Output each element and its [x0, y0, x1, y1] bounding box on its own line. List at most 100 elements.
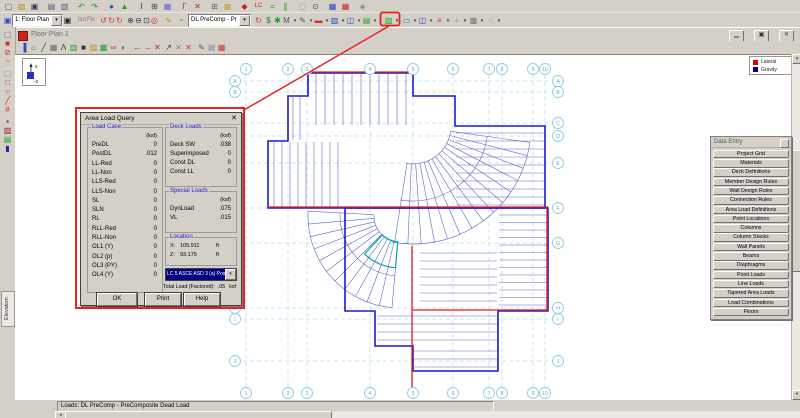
- dim-icon[interactable]: ▢: [297, 1, 308, 12]
- data-entry-wall-panels-button[interactable]: Wall Panels: [713, 243, 789, 252]
- close-icon[interactable]: ✕: [231, 114, 237, 123]
- horizontal-scrollbar[interactable]: ◄: [0, 411, 800, 418]
- help-icon[interactable]: ◈: [357, 1, 368, 12]
- svg-text:2: 2: [287, 391, 290, 397]
- dim-delete-icon[interactable]: ✕: [152, 42, 163, 53]
- rotate-right-icon[interactable]: ↻: [114, 15, 125, 26]
- copy-icon[interactable]: ▤: [46, 1, 57, 12]
- area-load-dd-icon[interactable]: ▧: [383, 15, 394, 26]
- edit-pencil-icon[interactable]: ✎: [163, 15, 174, 26]
- data-entry-column-stacks-button[interactable]: Column Stacks: [713, 233, 789, 242]
- monitor-icon[interactable]: ▣: [2, 15, 13, 26]
- wall-dd-icon[interactable]: ▤: [361, 15, 372, 26]
- load-combination-selector[interactable]: LC 5 ASCE ASD 3 (a) Post ▾: [165, 268, 237, 281]
- data-entry-floors-button[interactable]: Floors: [713, 308, 789, 317]
- vertical-scrollbar[interactable]: ▲ ▼: [791, 54, 800, 400]
- data-entry-point-loads-button[interactable]: Point Loads: [713, 271, 789, 280]
- delete-red-icon[interactable]: ✕: [183, 42, 194, 53]
- table-red-icon[interactable]: ▦: [340, 1, 351, 12]
- wall-dd-icon-chevron[interactable]: ▾: [372, 15, 378, 26]
- fix-view-icon[interactable]: Fix: [84, 15, 98, 26]
- equal-icon[interactable]: =: [267, 1, 278, 12]
- hash-red-icon[interactable]: #: [2, 104, 13, 115]
- data-entry-wall-design-rules-button[interactable]: Wall Design Rules: [713, 187, 789, 196]
- data-entry-point-locations-button[interactable]: Point Locations: [713, 215, 789, 224]
- tab-elevation[interactable]: Elevation: [1, 291, 15, 327]
- floor-selector[interactable]: 1: Floor Plan 1 ▾: [12, 14, 63, 27]
- load-case-icon[interactable]: LC: [252, 1, 265, 12]
- moment-dd-icon[interactable]: M: [281, 15, 292, 26]
- area-load-dd-icon-chevron[interactable]: ▾: [394, 15, 400, 26]
- undo-icon[interactable]: ↶: [76, 1, 87, 12]
- compass-icon[interactable]: ◐: [118, 42, 129, 53]
- total-load-row: Total Load (Factored):.05ksf: [163, 283, 240, 291]
- data-entry-materials-button[interactable]: Materials: [713, 159, 789, 168]
- scroll-down-icon[interactable]: ▼: [792, 390, 800, 400]
- data-entry-load-combinations-button[interactable]: Load Combinations: [713, 299, 789, 308]
- print-button[interactable]: Print: [145, 293, 181, 306]
- vertical-scroll-thumb[interactable]: [792, 150, 800, 272]
- circle-dd-icon[interactable]: ○: [485, 15, 496, 26]
- colormap-icon[interactable]: ▦: [222, 1, 233, 12]
- pen-dd-icon[interactable]: ✎: [297, 15, 308, 26]
- line-load-dd-icon[interactable]: ▭: [401, 15, 412, 26]
- column-dd-icon[interactable]: ◫: [345, 15, 356, 26]
- data-entry-titlebar[interactable]: Data Entry: [711, 137, 791, 148]
- save-icon[interactable]: ▣: [29, 1, 40, 12]
- point-load-dd-icon[interactable]: ◫: [417, 15, 428, 26]
- layers-icon[interactable]: ▦: [162, 1, 173, 12]
- data-entry-tapered-area-loads-button[interactable]: Tapered Area Loads: [713, 289, 789, 298]
- beam-dd-icon[interactable]: ▬: [313, 15, 324, 26]
- query-row-postdl: PostDL.012: [88, 150, 162, 158]
- table-icon[interactable]: ⊞: [209, 1, 220, 12]
- chevron-down-icon[interactable]: ▾: [239, 15, 250, 26]
- print-icon[interactable]: ▥: [59, 1, 70, 12]
- zoom-previous-icon[interactable]: ◎: [149, 15, 160, 26]
- data-entry-columns-button[interactable]: Columns: [713, 224, 789, 233]
- data-entry-project-grid-button[interactable]: Project Grid: [713, 150, 789, 159]
- palette-close-button[interactable]: [780, 139, 789, 148]
- data-entry-member-design-rules-button[interactable]: Member Design Rules: [713, 178, 789, 187]
- steel-beam-icon[interactable]: Ι: [136, 1, 147, 12]
- deck-dd-icon[interactable]: ▨: [329, 15, 340, 26]
- preview-icon[interactable]: ⊙: [310, 1, 321, 12]
- report-icon[interactable]: ◆: [239, 1, 250, 12]
- pause-icon[interactable]: ∥: [280, 1, 291, 12]
- data-entry-diaphragms-button[interactable]: Diaphragms: [713, 261, 789, 270]
- chevron-down-icon[interactable]: ▾: [225, 269, 236, 280]
- grid-red-icon[interactable]: ▦: [216, 42, 227, 53]
- delete-icon[interactable]: ✕: [192, 1, 203, 12]
- data-entry-connection-rules-button[interactable]: Connection Rules: [713, 196, 789, 205]
- svg-text:8: 8: [501, 67, 504, 73]
- world-icon[interactable]: ●: [106, 1, 117, 12]
- redo-icon[interactable]: ↷: [89, 1, 100, 12]
- svg-text:3: 3: [306, 391, 309, 397]
- load-combination-value: LC 5 ASCE ASD 3 (a) Post: [167, 270, 225, 279]
- scroll-up-icon[interactable]: ▲: [792, 54, 800, 64]
- open-icon[interactable]: ▨: [16, 1, 27, 12]
- help-button[interactable]: Help: [184, 293, 220, 306]
- polyline-red-icon[interactable]: ~: [2, 56, 13, 67]
- hammer-icon[interactable]: Γ: [179, 1, 190, 12]
- table-blue-icon[interactable]: ▦: [327, 1, 338, 12]
- surface-dd-icon[interactable]: ≡: [434, 15, 445, 26]
- chevron-down-icon[interactable]: ▾: [51, 15, 62, 26]
- circle-dd-icon-chevron[interactable]: ▾: [496, 15, 502, 26]
- data-entry-deck-definitions-button[interactable]: Deck Definitions: [713, 168, 789, 177]
- ok-button[interactable]: OK: [97, 293, 137, 306]
- load-case-selector[interactable]: DL PreComp - Pr ▾: [188, 14, 251, 27]
- horizontal-scroll-thumb[interactable]: [65, 411, 332, 418]
- solid-dd-icon[interactable]: ▩: [468, 15, 479, 26]
- new-icon[interactable]: ▢: [3, 1, 14, 12]
- load-legend: Lateral Gravity: [749, 56, 791, 75]
- lock-blue-icon[interactable]: ▮: [2, 143, 13, 154]
- data-entry-line-loads-button[interactable]: Line Loads: [713, 280, 789, 289]
- data-entry-beams-button[interactable]: Beams: [713, 252, 789, 261]
- story-view-icon[interactable]: ▣: [62, 15, 73, 26]
- grid-window-icon[interactable]: ⊞: [149, 1, 160, 12]
- query-row-vl: VL.015: [166, 214, 236, 222]
- data-entry-area-load-definitions-button[interactable]: Area Load Definitions: [713, 206, 789, 215]
- manager-icon[interactable]: ▲: [119, 1, 130, 12]
- grid-dd-icon[interactable]: +: [451, 15, 462, 26]
- loads-chart-icon[interactable]: ~: [176, 15, 187, 26]
